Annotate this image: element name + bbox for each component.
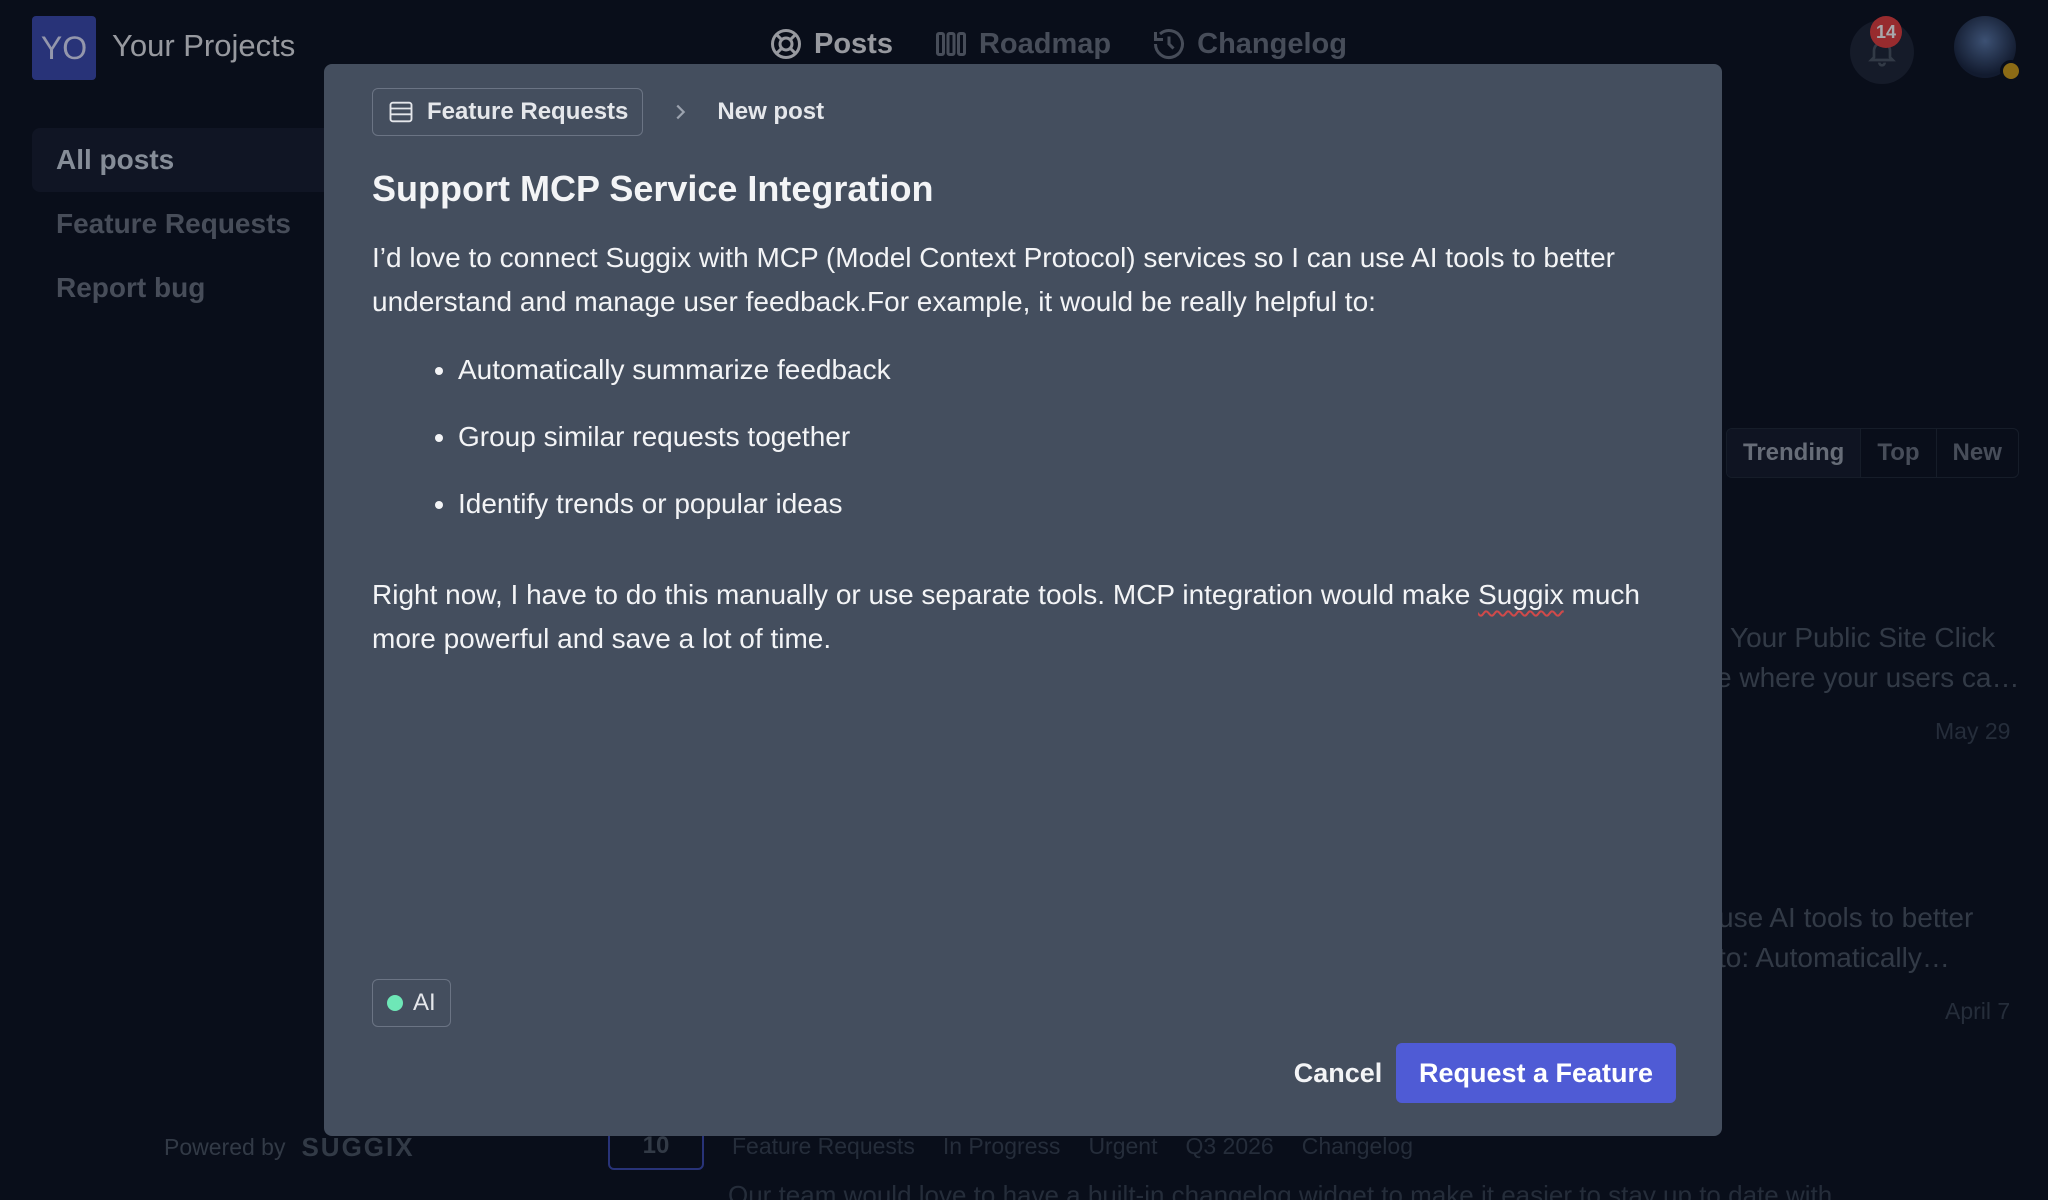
post-title-input[interactable]: Support MCP Service Integration [372, 168, 933, 210]
board-selector[interactable]: Feature Requests [372, 88, 644, 136]
board-selector-label: Feature Requests [427, 98, 629, 125]
list-item: Identify trends or popular ideas [458, 482, 1682, 549]
body-line: understand and manage user feedback.For … [372, 286, 1376, 317]
request-feature-button[interactable]: Request a Feature [1396, 1043, 1676, 1103]
breadcrumb-current: New post [717, 98, 825, 125]
body-line: much [1563, 579, 1640, 610]
bullet-list: Automatically summarize feedback Group s… [372, 348, 1682, 549]
post-body-editor[interactable]: I’d love to connect Suggix with MCP (Mod… [372, 236, 1682, 661]
breadcrumb: Feature Requests New post [372, 88, 824, 136]
new-post-modal: Feature Requests New post Support MCP Se… [324, 64, 1722, 1136]
chevron-right-icon [669, 101, 691, 123]
body-line: I’d love to connect Suggix with MCP (Mod… [372, 242, 1615, 273]
list-item: Group similar requests together [458, 415, 1682, 482]
ai-button[interactable]: AI [372, 979, 451, 1027]
ai-label: AI [413, 989, 436, 1016]
post-body-paragraph: I’d love to connect Suggix with MCP (Mod… [372, 236, 1682, 324]
post-body-paragraph: Right now, I have to do this manually or… [372, 573, 1682, 661]
status-dot-icon [387, 995, 403, 1011]
spellcheck-flagged-word[interactable]: Suggix [1478, 579, 1564, 610]
body-line: more powerful and save a lot of time. [372, 623, 832, 654]
body-line: Right now, I have to do this manually or… [372, 579, 1479, 610]
cancel-button[interactable]: Cancel [1268, 1043, 1408, 1103]
list-item: Automatically summarize feedback [458, 348, 1682, 415]
board-icon [389, 101, 413, 123]
